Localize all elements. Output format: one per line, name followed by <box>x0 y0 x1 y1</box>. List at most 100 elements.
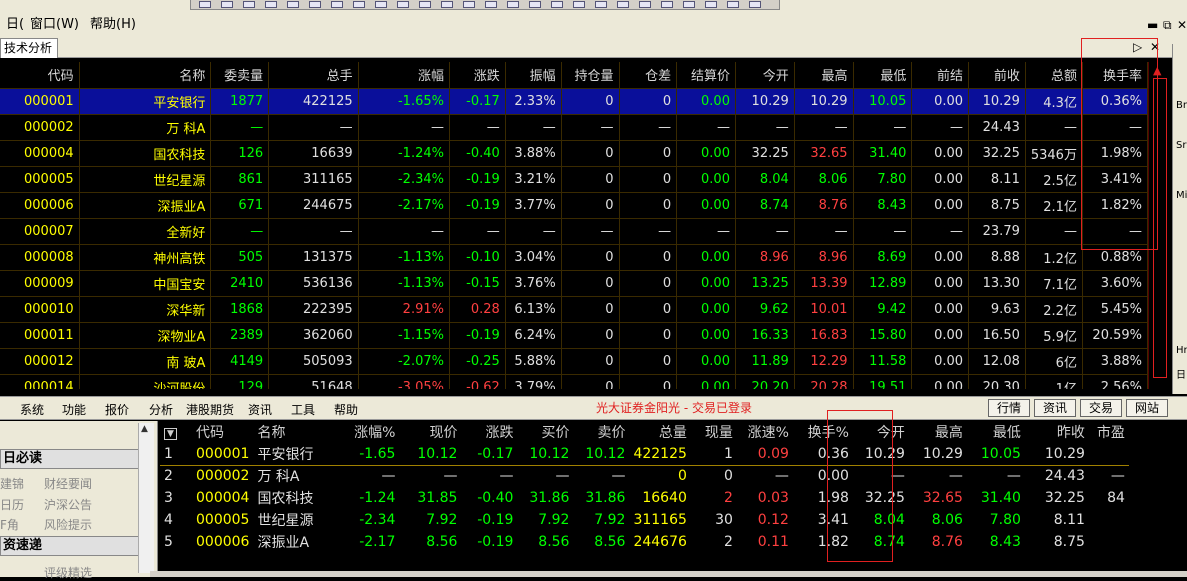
grid-header[interactable]: 总手 <box>268 62 359 89</box>
menu2-item[interactable]: 资讯 <box>248 401 272 418</box>
minimize-icon[interactable]: ▬ <box>1147 18 1158 32</box>
menu-help[interactable]: 帮助(H) <box>90 13 136 32</box>
news-item[interactable]: 建锦 <box>0 475 24 492</box>
bottom-tab-strip[interactable] <box>150 571 1187 577</box>
news-item[interactable]: 财经要闻 <box>44 475 92 492</box>
news-item[interactable]: 日历 <box>0 496 24 513</box>
watchlist-header[interactable]: 总量 <box>629 421 690 443</box>
quick-button[interactable]: 交易 <box>1080 399 1122 417</box>
quick-button[interactable]: 行情 <box>988 399 1030 417</box>
table-row[interactable]: 000006 深振业A 671 244675 -2.17% -0.19 3.77% 0 0 0.0… <box>0 192 1148 219</box>
side-panel-label[interactable]: Sr <box>1176 140 1186 151</box>
watchlist-header[interactable]: 市盈 <box>1089 421 1129 443</box>
grid-header[interactable]: 结算价 <box>676 62 736 89</box>
toolbar-button-icon[interactable] <box>595 1 607 8</box>
table-row[interactable]: 5 000006 深振业A -2.17 8.56 -0.19 8.56 8.56 244676 2… <box>160 531 1129 553</box>
grid-header[interactable]: 仓差 <box>619 62 678 89</box>
grid-header[interactable]: 前收 <box>968 62 1026 89</box>
toolbar-button-icon[interactable] <box>485 1 497 8</box>
toolbar-button-icon[interactable] <box>573 1 585 8</box>
table-row[interactable]: 000005 世纪星源 861 311165 -2.34% -0.19 3.21% 0 0 0.0… <box>0 166 1148 193</box>
table-row[interactable]: 2 000002 万 科A — — — — —0 0—0.00— — —24.43— <box>160 465 1129 487</box>
side-panel-label[interactable]: 日 <box>1176 366 1186 381</box>
table-row[interactable]: 000012 南 玻A 4149 505093 -2.07% -0.25 5.88% 0 0 0.… <box>0 348 1148 375</box>
menu2-item[interactable]: 系统 <box>20 401 44 418</box>
watchlist-header[interactable]: 涨跌 <box>461 421 517 443</box>
news-scrollbar[interactable]: ▲ <box>138 423 154 573</box>
side-panel-label[interactable]: Mi <box>1176 190 1187 201</box>
table-row[interactable]: 000001 平安银行 1877 422125 -1.65% -0.17 2.33% 0 0 0.… <box>0 88 1148 115</box>
table-row[interactable]: 4 000005 世纪星源 -2.34 7.92 -0.19 7.92 7.92 311165 3… <box>160 509 1129 531</box>
toolbar-button-icon[interactable] <box>529 1 541 8</box>
grid-header[interactable]: 名称 <box>79 62 212 89</box>
grid-header[interactable]: 代码 <box>0 62 80 89</box>
watchlist-header[interactable]: 昨收 <box>1025 421 1089 443</box>
toolbar-button-icon[interactable] <box>639 1 651 8</box>
menu-window[interactable]: 窗口(W) <box>30 13 79 32</box>
toolbar-button-icon[interactable] <box>397 1 409 8</box>
watchlist-header[interactable]: 买价 <box>517 421 573 443</box>
grid-header[interactable]: 前结 <box>911 62 970 89</box>
grid-header[interactable]: 振幅 <box>505 62 562 89</box>
grid-header[interactable]: 总额 <box>1025 62 1083 89</box>
watchlist-header[interactable]: 最高 <box>909 421 967 443</box>
watchlist-header[interactable]: 代码 <box>192 421 253 443</box>
toolbar-button-icon[interactable] <box>463 1 475 8</box>
toolbar-button-icon[interactable] <box>375 1 387 8</box>
grid-header[interactable]: 最低 <box>853 62 913 89</box>
toolbar-button-icon[interactable] <box>661 1 673 8</box>
side-panel-label[interactable]: Hr <box>1176 345 1187 356</box>
table-row[interactable]: 000011 深物业A 2389 362060 -1.15% -0.19 6.24% 0 0 0.… <box>0 322 1148 349</box>
toolbar-button-icon[interactable] <box>265 1 277 8</box>
table-row[interactable]: 000014 沙河股份 129 51648 -3.05% -0.62 3.79% 0 0 0.00… <box>0 374 1148 389</box>
toolbar-button-icon[interactable] <box>705 1 717 8</box>
toolbar-button-icon[interactable] <box>683 1 695 8</box>
watchlist-header[interactable]: 涨幅% <box>337 421 399 443</box>
menu-cut-left[interactable]: 日( <box>6 13 24 32</box>
news-header-express[interactable]: 资速递 <box>0 536 152 556</box>
quick-button[interactable]: 网站 <box>1126 399 1168 417</box>
sort-dropdown-icon[interactable]: ▼ <box>160 421 192 443</box>
toolbar-button-icon[interactable] <box>309 1 321 8</box>
toolbar-button-icon[interactable] <box>287 1 299 8</box>
watchlist-header[interactable]: 现量 <box>691 421 737 443</box>
toolbar-button-icon[interactable] <box>419 1 431 8</box>
menu2-item[interactable]: 分析 <box>149 401 173 418</box>
tab-technical-analysis[interactable]: 技术分析 <box>0 38 58 58</box>
grid-header[interactable]: 涨幅 <box>358 62 450 89</box>
quick-button[interactable]: 资讯 <box>1034 399 1076 417</box>
menu2-item[interactable]: 工具 <box>291 401 315 418</box>
menu2-item[interactable]: 帮助 <box>334 401 358 418</box>
news-header-must-read[interactable]: 日必读 <box>0 449 152 469</box>
watchlist-header[interactable]: 卖价 <box>573 421 629 443</box>
menu2-item[interactable]: 港股期货 <box>186 401 234 418</box>
watchlist-header[interactable]: 最低 <box>967 421 1025 443</box>
toolbar-button-icon[interactable] <box>221 1 233 8</box>
table-row[interactable]: 000007 全新好 — — — — — — — — — — — —23.79— — <box>0 218 1148 245</box>
grid-header[interactable]: 今开 <box>735 62 795 89</box>
toolbar-button-icon[interactable] <box>199 1 211 8</box>
grid-header[interactable]: 委卖量 <box>210 62 270 89</box>
news-item[interactable]: 风险提示 <box>44 516 92 533</box>
watchlist-header[interactable]: 涨速% <box>737 421 793 443</box>
menu2-item[interactable]: 报价 <box>105 401 129 418</box>
table-row[interactable]: 000009 中国宝安 2410 536136 -1.13% -0.15 3.76% 0 0 0.… <box>0 270 1148 297</box>
news-item[interactable]: F角 <box>0 516 19 533</box>
side-panel-label[interactable]: Br <box>1176 100 1187 111</box>
watchlist-header[interactable]: 现价 <box>399 421 461 443</box>
grid-header[interactable]: 持仓量 <box>561 62 620 89</box>
table-row[interactable]: 000002 万 科A — — — — — — — — — — — —24.43— — <box>0 114 1148 141</box>
news-item[interactable]: 评级精选 <box>44 564 92 581</box>
toolbar-button-icon[interactable] <box>507 1 519 8</box>
table-row[interactable]: 1 000001 平安银行 -1.65 10.12 -0.17 10.12 10.12 4221… <box>160 443 1129 466</box>
toolbar-button-icon[interactable] <box>243 1 255 8</box>
toolbar-button-icon[interactable] <box>749 1 761 8</box>
toolbar-button-icon[interactable] <box>617 1 629 8</box>
grid-header[interactable]: 最高 <box>794 62 854 89</box>
toolbar-button-icon[interactable] <box>727 1 739 8</box>
table-row[interactable]: 000008 神州高铁 505 131375 -1.13% -0.10 3.04% 0 0 0.0… <box>0 244 1148 271</box>
table-row[interactable]: 000004 国农科技 126 16639 -1.24% -0.40 3.88% 0 0 0.00… <box>0 140 1148 167</box>
table-row[interactable]: 3 000004 国农科技 -1.24 31.85 -0.40 31.86 31.86 1664… <box>160 487 1129 509</box>
toolbar-button-icon[interactable] <box>353 1 365 8</box>
grid-header[interactable]: 涨跌 <box>449 62 506 89</box>
